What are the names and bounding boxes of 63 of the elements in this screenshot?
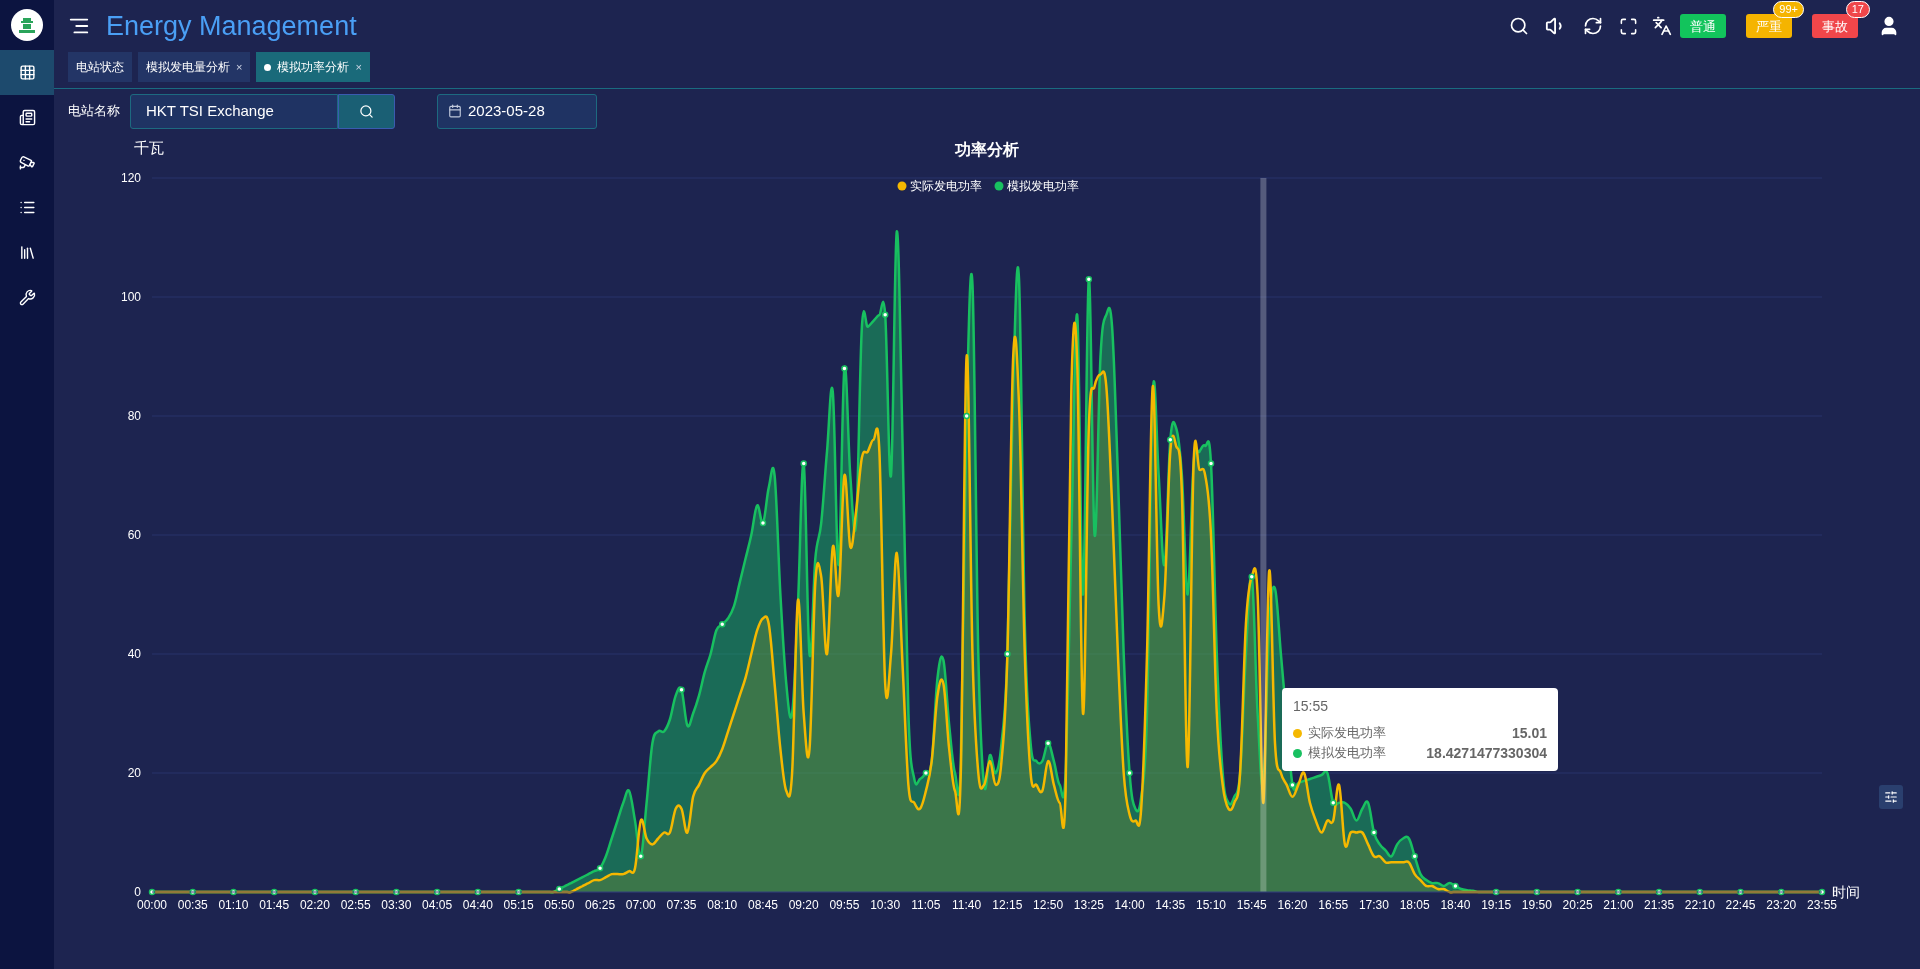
x-tick-label: 22:10 xyxy=(1684,898,1715,912)
x-tick-label: 16:20 xyxy=(1277,898,1308,912)
y-tick-label: 100 xyxy=(120,290,141,304)
x-tick-label: 03:30 xyxy=(381,898,412,912)
x-tick-label: 11:40 xyxy=(952,898,982,912)
x-tick-label: 08:10 xyxy=(707,898,738,912)
x-tick-label: 22:45 xyxy=(1725,898,1756,912)
x-tick-label: 05:50 xyxy=(544,898,575,912)
y-tick-label: 120 xyxy=(120,171,141,185)
x-tick-label: 18:40 xyxy=(1440,898,1471,912)
x-tick-label: 19:50 xyxy=(1521,898,1552,912)
y-tick-label: 60 xyxy=(127,528,141,542)
legend-label: 实际发电功率 xyxy=(910,179,982,193)
tooltip-series-name: 模拟发电功率 xyxy=(1308,744,1386,763)
x-tick-label: 07:00 xyxy=(625,898,656,912)
y-tick-label: 0 xyxy=(134,885,141,899)
x-tick-label: 05:15 xyxy=(503,898,534,912)
x-tick-label: 11:05 xyxy=(911,898,941,912)
y-tick-label: 20 xyxy=(127,766,141,780)
tooltip-value: 15.01 xyxy=(1511,723,1547,743)
tooltip-series-name: 实际发电功率 xyxy=(1308,724,1386,743)
station-label: 电站名称 xyxy=(68,102,120,121)
x-tick-label: 07:35 xyxy=(666,898,697,912)
x-tick-label: 18:05 xyxy=(1399,898,1430,912)
x-tick-label: 12:15 xyxy=(992,898,1023,912)
unit-label: 千瓦 xyxy=(134,139,164,156)
x-tick-label: 02:55 xyxy=(340,898,371,912)
tooltip-time: 15:55 xyxy=(1293,697,1330,716)
y-tick-label: 80 xyxy=(127,409,141,423)
x-tick-label: 23:20 xyxy=(1766,898,1797,912)
x-tick-label: 20:25 xyxy=(1562,898,1593,912)
x-tick-label: 17:30 xyxy=(1358,898,1389,912)
x-tick-label: 02:20 xyxy=(299,898,330,912)
count-badge: 99+ xyxy=(1773,0,1804,18)
x-tick-label: 00:00 xyxy=(137,898,167,912)
x-axis-label: 时间 xyxy=(1832,884,1860,900)
x-tick-label: 08:45 xyxy=(747,898,778,912)
x-tick-label: 04:40 xyxy=(462,898,493,912)
x-tick-label: 09:55 xyxy=(829,898,860,912)
x-tick-label: 13:25 xyxy=(1073,898,1104,912)
x-tick-label: 00:35 xyxy=(177,898,208,912)
x-tick-label: 14:00 xyxy=(1114,898,1145,912)
x-tick-label: 14:35 xyxy=(1155,898,1186,912)
x-tick-label: 06:25 xyxy=(585,898,616,912)
y-tick-label: 40 xyxy=(127,647,141,661)
x-tick-label: 23:55 xyxy=(1807,898,1837,912)
x-tick-label: 19:15 xyxy=(1481,898,1512,912)
x-tick-label: 01:45 xyxy=(259,898,290,912)
x-tick-label: 16:55 xyxy=(1318,898,1349,912)
x-tick-label: 15:45 xyxy=(1236,898,1267,912)
x-tick-label: 21:00 xyxy=(1603,898,1634,912)
x-tick-label: 21:35 xyxy=(1644,898,1675,912)
count-badge: 17 xyxy=(1845,0,1870,18)
x-tick-label: 04:05 xyxy=(422,898,453,912)
chart-title: 功率分析 xyxy=(955,141,1019,158)
x-tick-label: 15:10 xyxy=(1196,898,1227,912)
tooltip-value: 18.4271477330304 xyxy=(1426,743,1547,763)
legend-label: 模拟发电功率 xyxy=(1007,179,1079,193)
x-tick-label: 09:20 xyxy=(788,898,819,912)
x-tick-label: 12:50 xyxy=(1033,898,1064,912)
x-tick-label: 01:10 xyxy=(218,898,249,912)
x-tick-label: 10:30 xyxy=(870,898,901,912)
app-title: Energy Management xyxy=(106,9,357,43)
